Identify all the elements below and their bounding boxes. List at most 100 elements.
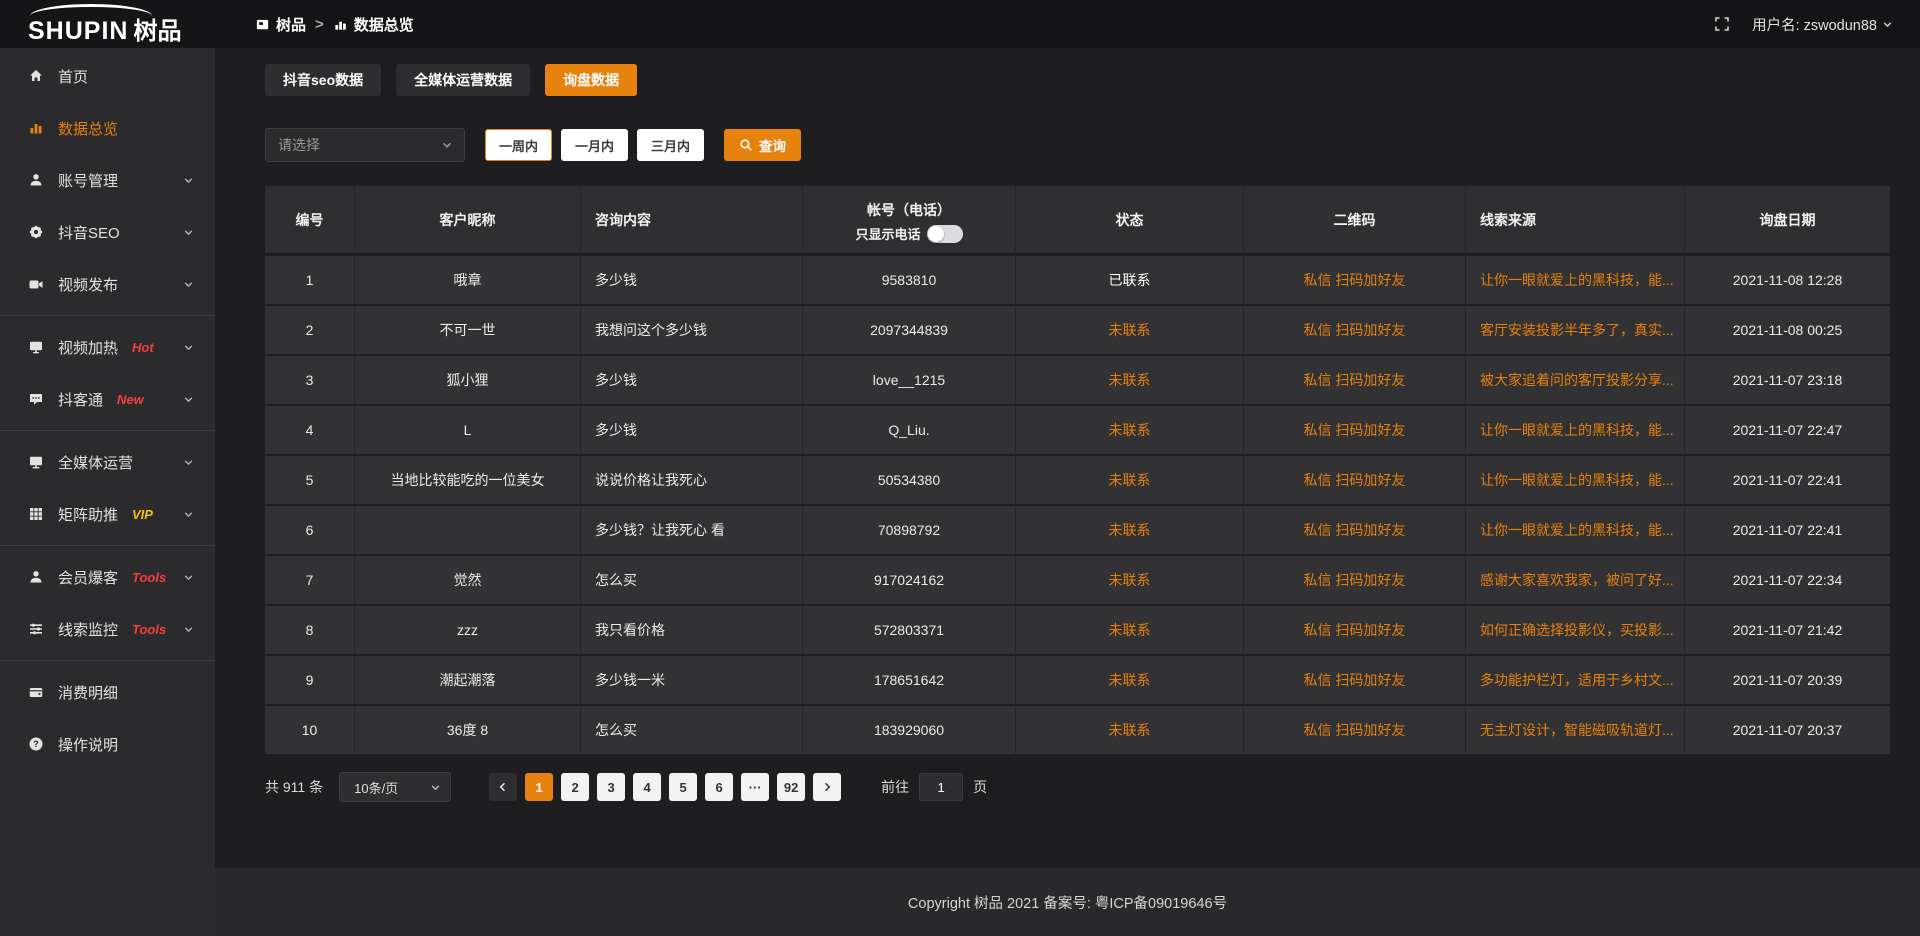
prev-page-button[interactable] — [489, 773, 517, 801]
cell-qrcode: 私信 扫码加好友 — [1244, 506, 1466, 556]
cell-id: 4 — [265, 406, 355, 456]
qr-action-link[interactable]: 私信 扫码加好友 — [1304, 472, 1406, 488]
cell-nickname: 潮起潮落 — [355, 656, 581, 706]
next-page-button[interactable] — [813, 773, 841, 801]
cell-content: 多少钱 — [581, 406, 803, 456]
sidebar-item-label: 视频发布 — [58, 274, 118, 295]
cell-status: 未联系 — [1016, 406, 1244, 456]
qr-action-link[interactable]: 私信 扫码加好友 — [1304, 572, 1406, 588]
page-button-3[interactable]: 3 — [597, 773, 625, 801]
sidebar-item-label: 全媒体运营 — [58, 452, 133, 473]
sidebar-item-video-heating[interactable]: 视频加热 Hot — [0, 321, 215, 373]
source-link[interactable]: 客厅安装投影半年多了，真实... — [1480, 322, 1674, 338]
source-link[interactable]: 让你一眼就爱上的黑科技，能... — [1480, 522, 1674, 538]
qr-action-link[interactable]: 私信 扫码加好友 — [1304, 322, 1406, 338]
tab-inquiry-data[interactable]: 询盘数据 — [545, 64, 637, 96]
sidebar-item-label: 矩阵助推 — [58, 504, 118, 525]
qr-action-link[interactable]: 私信 扫码加好友 — [1304, 422, 1406, 438]
status-badge: 未联系 — [1109, 422, 1151, 438]
topbar-right: 用户名: zswodun88 — [1714, 14, 1920, 35]
sidebar-item-douketong[interactable]: 抖客通 New — [0, 373, 215, 425]
sidebar-item-lead-monitoring[interactable]: 线索监控 Tools — [0, 603, 215, 655]
sidebar-item-account-management[interactable]: 账号管理 — [0, 154, 215, 206]
sidebar-item-spending-details[interactable]: 消费明细 — [0, 666, 215, 718]
goto-page-input[interactable] — [919, 773, 963, 801]
page-button-1[interactable]: 1 — [525, 773, 553, 801]
query-button[interactable]: 查询 — [724, 129, 801, 161]
range-week-button[interactable]: 一周内 — [485, 129, 552, 161]
phone-only-toggle[interactable] — [927, 225, 963, 243]
table-row: 4 L 多少钱 Q_Liu. 未联系 私信 扫码加好友 让你一眼就爱上的黑科技，… — [265, 406, 1890, 456]
cell-content: 多少钱 — [581, 356, 803, 406]
user-menu[interactable]: 用户名: zswodun88 — [1752, 14, 1894, 35]
source-link[interactable]: 多功能护栏灯，适用于乡村文... — [1480, 672, 1674, 688]
body-row: 首页 数据总览 账号管理 抖音SEO 视频发布 — [0, 48, 1920, 936]
breadcrumb-root[interactable]: 树品 — [255, 14, 306, 35]
col-header-id: 编号 — [265, 186, 355, 256]
page-button-6[interactable]: 6 — [705, 773, 733, 801]
sidebar-item-omnimedia-operation[interactable]: 全媒体运营 — [0, 436, 215, 488]
qr-action-link[interactable]: 私信 扫码加好友 — [1304, 672, 1406, 688]
filter-row: 请选择 一周内 一月内 三月内 查询 — [265, 128, 1890, 162]
cell-content: 说说价格让我死心 — [581, 456, 803, 506]
sidebar-item-home[interactable]: 首页 — [0, 50, 215, 102]
account-select[interactable]: 请选择 — [265, 128, 465, 162]
cell-status: 未联系 — [1016, 356, 1244, 406]
sidebar-item-label: 消费明细 — [58, 682, 118, 703]
cell-account: 70898792 — [803, 506, 1016, 556]
logo-zone: SHUPIN树品 — [0, 2, 215, 46]
tab-douyin-seo-data[interactable]: 抖音seo数据 — [265, 64, 381, 96]
source-link[interactable]: 让你一眼就爱上的黑科技，能... — [1480, 472, 1674, 488]
cell-qrcode: 私信 扫码加好友 — [1244, 606, 1466, 656]
cell-date: 2021-11-07 22:41 — [1685, 506, 1890, 556]
breadcrumb-current[interactable]: 数据总览 — [333, 14, 414, 35]
screen-icon — [28, 339, 44, 355]
source-link[interactable]: 感谢大家喜欢我家，被问了好... — [1480, 572, 1674, 588]
cell-date: 2021-11-07 23:18 — [1685, 356, 1890, 406]
page-more-button[interactable]: ··· — [741, 773, 769, 801]
sidebar-divider — [0, 315, 215, 316]
cell-date: 2021-11-07 20:39 — [1685, 656, 1890, 706]
cell-source: 让你一眼就爱上的黑科技，能... — [1466, 456, 1685, 506]
page-buttons: 1 2 3 4 5 6 ··· 92 — [489, 773, 841, 801]
sidebar-divider — [0, 430, 215, 431]
account-header-label: 帐号（电话） — [803, 200, 1015, 220]
page-button-5[interactable]: 5 — [669, 773, 697, 801]
chevron-left-icon — [497, 781, 509, 793]
vip-badge: VIP — [132, 507, 153, 522]
sidebar-item-matrix-boost[interactable]: 矩阵助推 VIP — [0, 488, 215, 540]
page-button-92[interactable]: 92 — [777, 773, 805, 801]
search-icon — [739, 138, 753, 152]
qr-action-link[interactable]: 私信 扫码加好友 — [1304, 722, 1406, 738]
cell-date: 2021-11-08 00:25 — [1685, 306, 1890, 356]
cell-qrcode: 私信 扫码加好友 — [1244, 456, 1466, 506]
cell-source: 让你一眼就爱上的黑科技，能... — [1466, 256, 1685, 306]
sidebar-item-video-publish[interactable]: 视频发布 — [0, 258, 215, 310]
source-link[interactable]: 无主灯设计，智能磁吸轨道灯... — [1480, 722, 1674, 738]
sidebar-item-data-overview[interactable]: 数据总览 — [0, 102, 215, 154]
page-size-select[interactable]: 10条/页 — [339, 772, 451, 802]
data-tabs: 抖音seo数据 全媒体运营数据 询盘数据 — [265, 64, 1890, 96]
page-button-2[interactable]: 2 — [561, 773, 589, 801]
source-link[interactable]: 让你一眼就爱上的黑科技，能... — [1480, 422, 1674, 438]
source-link[interactable]: 如何正确选择投影仪，买投影... — [1480, 622, 1674, 638]
table-row: 1 哦章 多少钱 9583810 已联系 私信 扫码加好友 让你一眼就爱上的黑科… — [265, 256, 1890, 306]
tab-omnimedia-data[interactable]: 全媒体运营数据 — [396, 64, 530, 96]
cell-nickname: 觉然 — [355, 556, 581, 606]
qr-action-link[interactable]: 私信 扫码加好友 — [1304, 522, 1406, 538]
qr-action-link[interactable]: 私信 扫码加好友 — [1304, 372, 1406, 388]
fullscreen-icon[interactable] — [1714, 16, 1730, 32]
qr-action-link[interactable]: 私信 扫码加好友 — [1304, 622, 1406, 638]
source-link[interactable]: 被大家追着问的客厅投影分享... — [1480, 372, 1674, 388]
source-link[interactable]: 让你一眼就爱上的黑科技，能... — [1480, 272, 1674, 288]
main-area: 抖音seo数据 全媒体运营数据 询盘数据 请选择 一周内 一月内 三月内 — [215, 48, 1920, 936]
cell-source: 如何正确选择投影仪，买投影... — [1466, 606, 1685, 656]
sidebar-item-douyin-seo[interactable]: 抖音SEO — [0, 206, 215, 258]
qr-action-link[interactable]: 私信 扫码加好友 — [1304, 272, 1406, 288]
sidebar-item-member-burst[interactable]: 会员爆客 Tools — [0, 551, 215, 603]
sidebar-item-instructions[interactable]: ? 操作说明 — [0, 718, 215, 770]
table-row: 2 不可一世 我想问这个多少钱 2097344839 未联系 私信 扫码加好友 … — [265, 306, 1890, 356]
range-month-button[interactable]: 一月内 — [561, 129, 628, 161]
range-quarter-button[interactable]: 三月内 — [637, 129, 704, 161]
page-button-4[interactable]: 4 — [633, 773, 661, 801]
